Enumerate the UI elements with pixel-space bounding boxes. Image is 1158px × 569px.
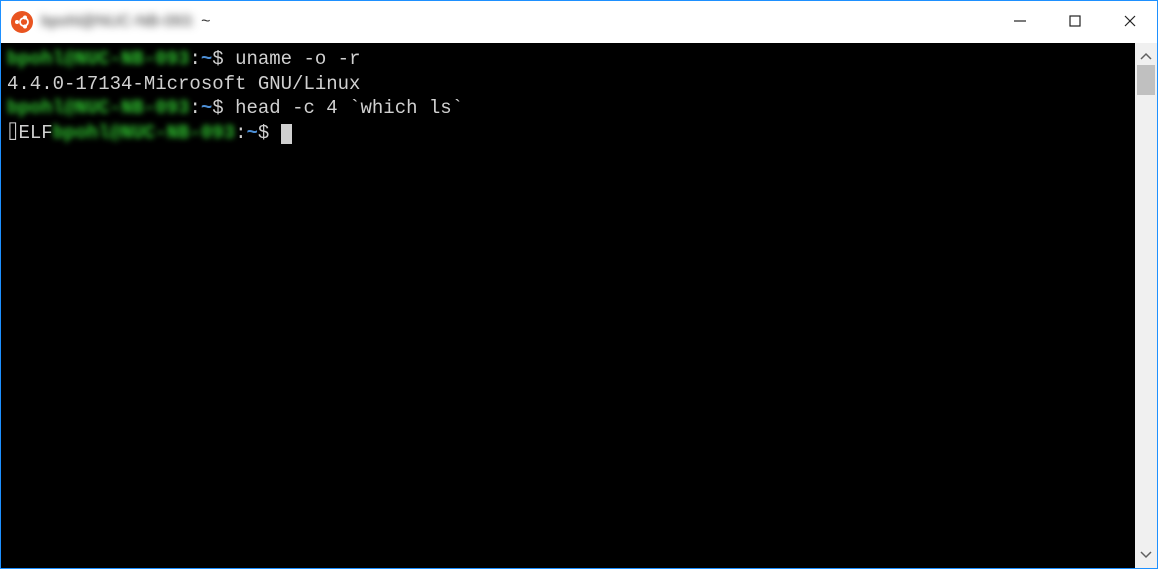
prompt-path: ~ [247, 122, 258, 144]
terminal-line: ⌷ELFbpohl@NUC-NB-093:~$ [7, 121, 1129, 146]
cursor [281, 124, 292, 144]
terminal-line: bpohl@NUC-NB-093:~$ head -c 4 `which ls` [7, 96, 1129, 121]
chevron-down-icon [1140, 551, 1152, 559]
maximize-button[interactable] [1047, 1, 1102, 41]
window-title-suffix: ~ [201, 13, 210, 31]
prompt-user-host: bpohl@NUC-NB-093 [7, 48, 189, 70]
terminal-window: bpohl@NUC-NB-093: ~ bpohl@NUC-NB- [0, 0, 1158, 569]
terminal-output: 4.4.0-17134-Microsoft GNU/Linux [7, 72, 1129, 97]
command-text: uname -o -r [235, 48, 360, 70]
window-controls [992, 1, 1157, 43]
prompt-path: ~ [201, 48, 212, 70]
scroll-up-arrow[interactable] [1137, 47, 1155, 65]
prompt-user-host: bpohl@NUC-NB-093 [53, 122, 235, 144]
scrollbar[interactable] [1135, 43, 1157, 568]
elf-output: ⌷ELF [7, 122, 53, 144]
minimize-button[interactable] [992, 1, 1047, 41]
chevron-up-icon [1140, 52, 1152, 60]
prompt-user-host: bpohl@NUC-NB-093 [7, 97, 189, 119]
titlebar[interactable]: bpohl@NUC-NB-093: ~ [1, 1, 1157, 43]
terminal-area: bpohl@NUC-NB-093:~$ uname -o -r4.4.0-171… [1, 43, 1157, 568]
command-text: head -c 4 `which ls` [235, 97, 463, 119]
scroll-thumb[interactable] [1137, 65, 1155, 95]
close-icon [1123, 14, 1137, 28]
prompt-path: ~ [201, 97, 212, 119]
terminal-line: bpohl@NUC-NB-093:~$ uname -o -r [7, 47, 1129, 72]
window-title: bpohl@NUC-NB-093: [41, 13, 195, 31]
close-button[interactable] [1102, 1, 1157, 41]
scroll-track[interactable] [1135, 65, 1157, 546]
scroll-down-arrow[interactable] [1137, 546, 1155, 564]
ubuntu-icon [11, 11, 33, 33]
minimize-icon [1013, 14, 1027, 28]
terminal[interactable]: bpohl@NUC-NB-093:~$ uname -o -r4.4.0-171… [1, 43, 1135, 568]
maximize-icon [1068, 14, 1082, 28]
